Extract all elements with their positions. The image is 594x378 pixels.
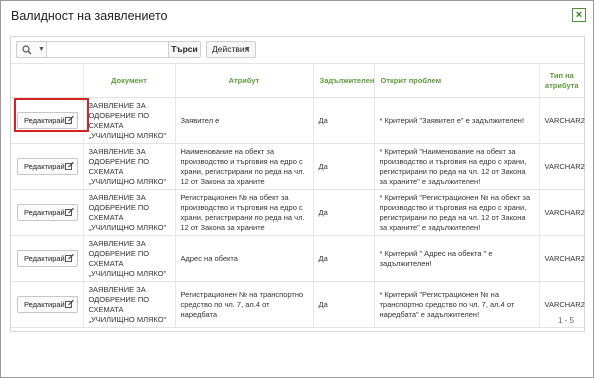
cell-type: VARCHAR2 — [538, 143, 585, 190]
pagination-info: 1 - 5 — [557, 316, 574, 325]
search-dropdown-button[interactable]: ▼ — [16, 41, 47, 58]
edit-icon — [65, 208, 74, 216]
cell-problem: * Критерий " Адрес на обекта " е задължи… — [373, 235, 539, 282]
edit-icon — [65, 254, 74, 262]
cell-attribute: Адрес на обекта — [174, 235, 313, 282]
cell-edit: Редактирай — [11, 97, 83, 144]
edit-button-label: Редактирай — [24, 300, 65, 309]
edit-icon — [65, 162, 74, 170]
cell-edit: Редактирай — [11, 235, 83, 282]
cell-edit: Редактирай — [11, 143, 83, 190]
column-header-attribute[interactable]: Атрибут — [174, 63, 313, 98]
cell-type: VARCHAR2 — [538, 189, 585, 236]
results-panel: ▼ Търси Действия ▼ Документ Атрибут Задъ… — [10, 36, 585, 332]
cell-problem: * Критерий "Регистрационен № на обект за… — [373, 189, 539, 236]
table-row: Редактирай ЗАЯВЛЕНИЕ ЗА ОДОБРЕНИЕ ПО СХЕ… — [11, 143, 585, 190]
cell-document: ЗАЯВЛЕНИЕ ЗА ОДОБРЕНИЕ ПО СХЕМАТА „УЧИЛИ… — [82, 97, 175, 144]
cell-edit: Редактирай — [11, 189, 83, 236]
cell-required: Да — [312, 189, 374, 236]
cell-document: ЗАЯВЛЕНИЕ ЗА ОДОБРЕНИЕ ПО СХЕМАТА „УЧИЛИ… — [82, 143, 175, 190]
table-row: Редактирай ЗАЯВЛЕНИЕ ЗА ОДОБРЕНИЕ ПО СХЕ… — [11, 189, 585, 236]
cell-required: Да — [312, 235, 374, 282]
validity-dialog: Валидност на заявлението × ▼ Търси Дейст… — [0, 0, 594, 378]
cell-document: ЗАЯВЛЕНИЕ ЗА ОДОБРЕНИЕ ПО СХЕМАТА „УЧИЛИ… — [82, 235, 175, 282]
edit-button-label: Редактирай — [24, 254, 65, 263]
search-input[interactable] — [47, 41, 168, 58]
edit-button[interactable]: Редактирай — [17, 112, 78, 129]
cell-required: Да — [312, 97, 374, 144]
cell-type: VARCHAR2 — [538, 235, 585, 282]
edit-button[interactable]: Редактирай — [17, 158, 78, 175]
toolbar: ▼ Търси Действия ▼ — [11, 37, 584, 63]
column-header-required[interactable]: Задължителен — [312, 63, 374, 98]
dialog-title: Валидност на заявлението — [11, 9, 168, 23]
edit-icon — [65, 300, 74, 308]
search-icon — [22, 45, 32, 55]
edit-button[interactable]: Редактирай — [17, 250, 78, 267]
dialog-titlebar: Валидност на заявлението × — [1, 1, 593, 32]
column-header-problem[interactable]: Открит проблем — [373, 63, 539, 98]
column-header-type[interactable]: Тип на атрибута — [538, 63, 584, 98]
edit-button-label: Редактирай — [24, 162, 65, 171]
edit-button-label: Редактирай — [24, 116, 65, 125]
search-button[interactable]: Търси — [168, 41, 201, 58]
table-footer: 1 - 5 — [11, 310, 584, 331]
validation-table: Документ Атрибут Задължителен Открит про… — [11, 63, 585, 328]
edit-button-label: Редактирай — [24, 208, 65, 217]
table-row: Редактирай ЗАЯВЛЕНИЕ ЗА ОДОБРЕНИЕ ПО СХЕ… — [11, 97, 585, 144]
cell-type: VARCHAR2 — [538, 97, 585, 144]
cell-attribute: Заявител е — [174, 97, 313, 144]
cell-attribute: Наименование на обект за производство и … — [174, 143, 313, 190]
cell-problem: * Критерий "Наименование на обект за про… — [373, 143, 539, 190]
cell-document: ЗАЯВЛЕНИЕ ЗА ОДОБРЕНИЕ ПО СХЕМАТА „УЧИЛИ… — [82, 189, 175, 236]
cell-problem: * Критерий "Заявител е" е задължителен! — [373, 97, 539, 144]
chevron-down-icon: ▼ — [38, 46, 45, 53]
table-header-row: Документ Атрибут Задължителен Открит про… — [11, 63, 584, 98]
edit-icon — [65, 116, 74, 124]
actions-dropdown-button[interactable]: Действия ▼ — [206, 41, 256, 58]
column-header-edit — [11, 63, 83, 98]
cell-required: Да — [312, 143, 374, 190]
column-header-document[interactable]: Документ — [82, 63, 175, 98]
table-row: Редактирай ЗАЯВЛЕНИЕ ЗА ОДОБРЕНИЕ ПО СХЕ… — [11, 235, 585, 282]
chevron-down-icon: ▼ — [244, 46, 251, 53]
edit-button[interactable]: Редактирай — [17, 204, 78, 221]
cell-attribute: Регистрационен № на обект за производств… — [174, 189, 313, 236]
close-button[interactable]: × — [572, 8, 586, 22]
